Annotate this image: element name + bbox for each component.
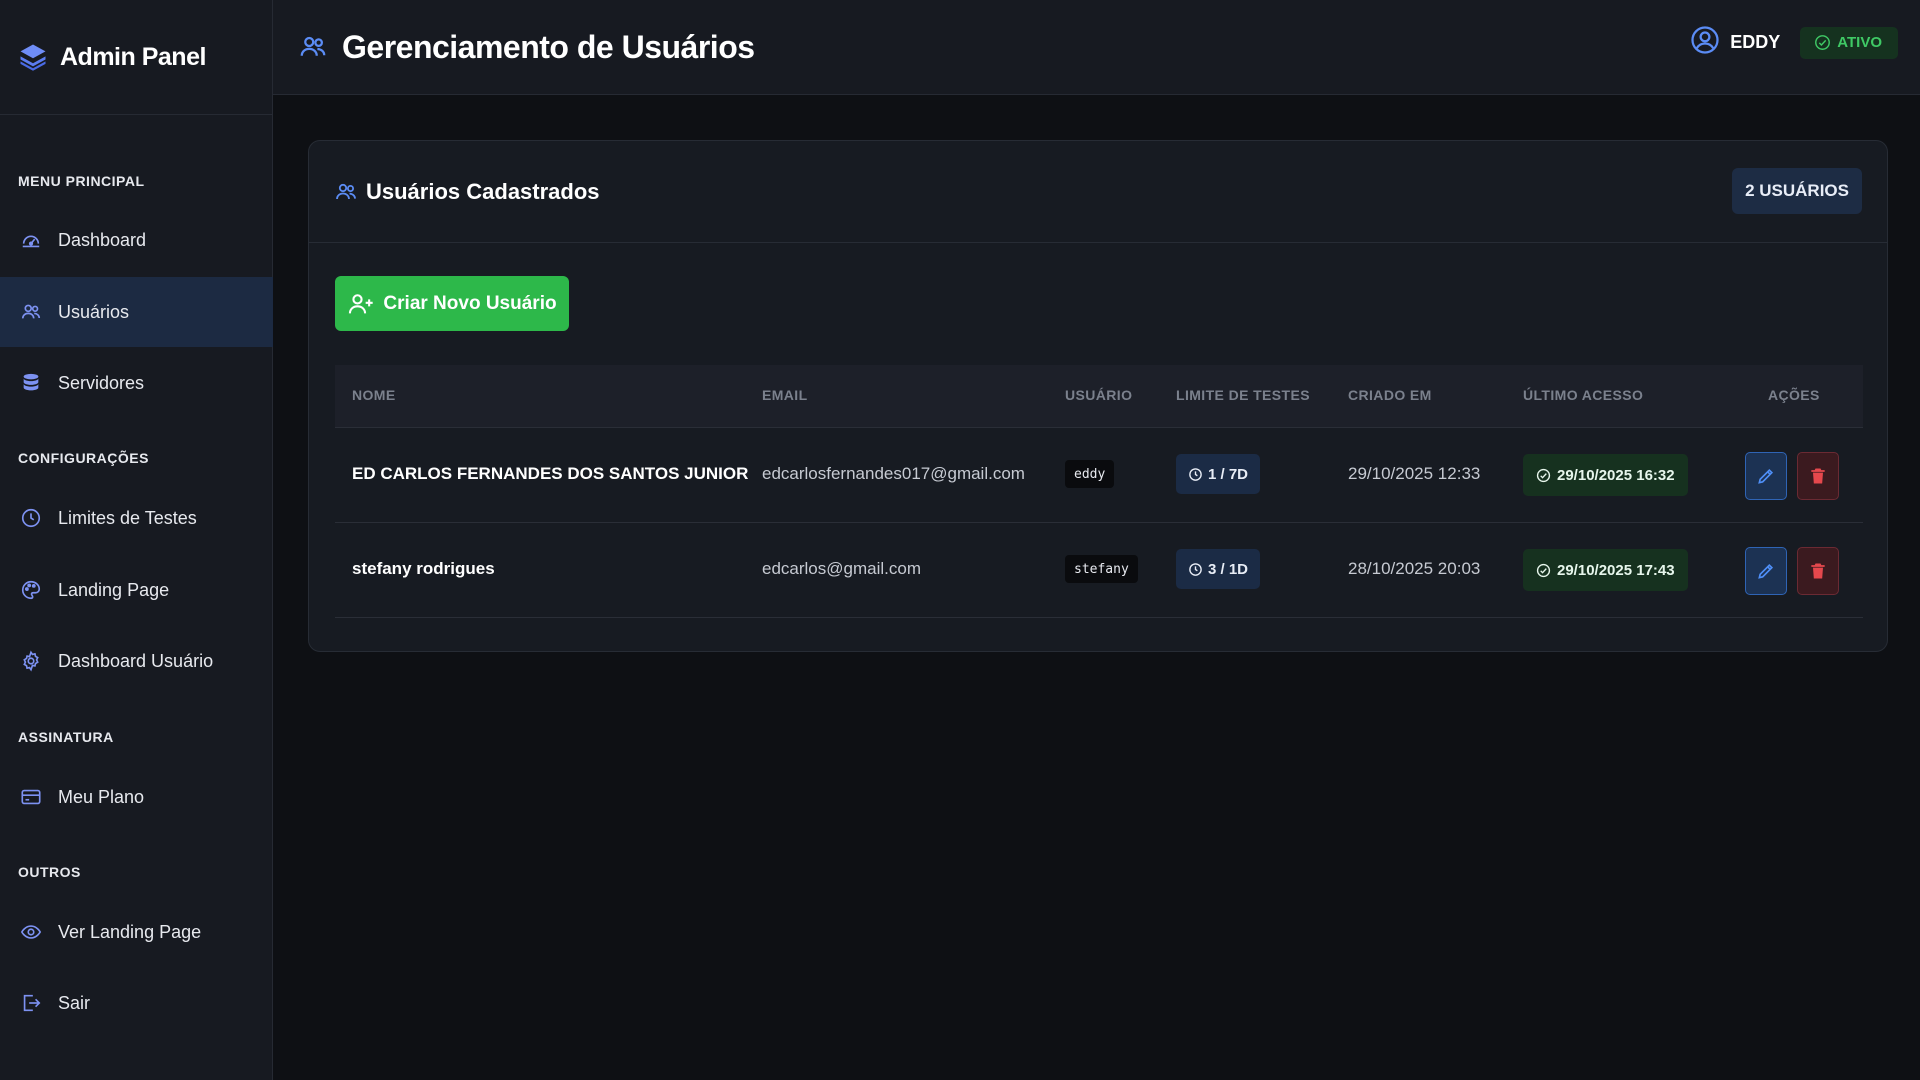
clock-icon (1189, 467, 1202, 481)
topbar: Gerenciamento de Usuários EDDY ATIVO (273, 0, 1920, 95)
brand: Admin Panel (0, 0, 272, 115)
sidebar-item-label: Dashboard Usuário (58, 650, 214, 671)
sidebar-item-label: Sair (58, 992, 91, 1013)
users-icon (300, 36, 326, 56)
create-user-button[interactable]: Criar Novo Usuário (335, 276, 569, 331)
sidebar-item-label: Limites de Testes (58, 507, 197, 528)
col-header-nome: NOME (352, 387, 396, 403)
dashboard-icon (20, 229, 42, 251)
page-title: Gerenciamento de Usuários (342, 28, 755, 65)
sidebar-item-ver-landing-page[interactable]: Ver Landing Page (0, 897, 273, 967)
row-limit-tag: 3 / 1D (1176, 549, 1261, 589)
check-circle-icon (1536, 468, 1551, 482)
logout-icon (20, 992, 42, 1014)
row-last-access-tag: 29/10/2025 16:32 (1523, 454, 1688, 496)
edit-user-button[interactable] (1745, 547, 1787, 595)
row-limit-text: 1 / 7D (1208, 465, 1249, 483)
palette-icon (20, 579, 42, 601)
sidebar-item-label: Dashboard (58, 229, 147, 250)
check-circle-icon (1815, 35, 1831, 50)
gear-icon (20, 650, 42, 672)
section-title-menu-principal: MENU PRINCIPAL (18, 173, 145, 189)
card-title: Usuários Cadastrados (366, 178, 600, 204)
card-header: Usuários Cadastrados 2 USUÁRIOS (309, 141, 1887, 243)
sidebar-item-landing-page[interactable]: Landing Page (0, 555, 273, 625)
sidebar-item-meu-plano[interactable]: Meu Plano (0, 762, 273, 832)
sidebar-item-label: Meu Plano (58, 786, 145, 807)
sidebar-item-label: Landing Page (58, 579, 170, 600)
row-last-access-text: 29/10/2025 17:43 (1557, 561, 1675, 579)
col-header-acoes: AÇÕES (1768, 387, 1820, 403)
row-limit-tag: 1 / 7D (1176, 454, 1261, 494)
database-icon (20, 372, 42, 394)
users-icon (336, 183, 356, 199)
table-row: ED CARLOS FERNANDES DOS SANTOS JUNIOR ed… (335, 428, 1863, 523)
clock-icon (20, 507, 42, 529)
sidebar-item-sair[interactable]: Sair (0, 968, 273, 1038)
row-created: 28/10/2025 20:03 (1348, 559, 1481, 578)
credit-card-icon (20, 786, 42, 808)
pencil-icon (1758, 468, 1774, 484)
clock-icon (1189, 562, 1202, 576)
table-header: NOME EMAIL USUÁRIO LIMITE DE TESTES CRIA… (335, 365, 1863, 428)
row-username-tag: eddy (1065, 460, 1115, 488)
table-row: stefany rodrigues edcarlos@gmail.com ste… (335, 523, 1863, 618)
check-circle-icon (1536, 563, 1551, 577)
eye-icon (20, 921, 42, 943)
user-count-badge: 2 USUÁRIOS (1732, 168, 1862, 214)
user-area: EDDY ATIVO (1690, 25, 1898, 60)
user-plus-icon (349, 293, 374, 313)
row-last-access-text: 29/10/2025 16:32 (1557, 466, 1675, 484)
status-badge: ATIVO (1800, 26, 1898, 59)
layers-logo-icon (20, 44, 46, 71)
sidebar-item-dashboard-usuario[interactable]: Dashboard Usuário (0, 626, 273, 696)
trash-icon (1811, 563, 1825, 579)
row-name: ED CARLOS FERNANDES DOS SANTOS JUNIOR (352, 464, 749, 483)
section-title-assinatura: ASSINATURA (18, 729, 114, 745)
row-created: 29/10/2025 12:33 (1348, 464, 1481, 483)
page-title-wrap: Gerenciamento de Usuários (298, 29, 755, 66)
delete-user-button[interactable] (1797, 452, 1839, 500)
col-header-limite: LIMITE DE TESTES (1176, 387, 1310, 403)
create-user-label: Criar Novo Usuário (383, 292, 557, 314)
sidebar-item-limites-de-testes[interactable]: Limites de Testes (0, 483, 273, 553)
sidebar-item-dashboard[interactable]: Dashboard (0, 205, 273, 275)
row-email: edcarlosfernandes017@gmail.com (762, 464, 1025, 483)
section-title-outros: OUTROS (18, 864, 81, 880)
pencil-icon (1758, 563, 1774, 579)
brand-title: Admin Panel (60, 42, 206, 71)
sidebar: Admin Panel MENU PRINCIPAL Dashboard Usu… (0, 0, 273, 1080)
status-text: ATIVO (1837, 34, 1882, 51)
users-icon (20, 301, 42, 323)
user-avatar-icon[interactable] (1690, 25, 1720, 60)
trash-icon (1811, 468, 1825, 484)
edit-user-button[interactable] (1745, 452, 1787, 500)
sidebar-item-label: Ver Landing Page (58, 921, 202, 942)
row-email: edcarlos@gmail.com (762, 559, 921, 578)
sidebar-item-usuarios[interactable]: Usuários (0, 277, 273, 347)
section-title-configuracoes: CONFIGURAÇÕES (18, 450, 149, 466)
users-card: Usuários Cadastrados 2 USUÁRIOS Criar No… (308, 140, 1888, 652)
users-table: NOME EMAIL USUÁRIO LIMITE DE TESTES CRIA… (335, 365, 1863, 618)
row-username-tag: stefany (1065, 555, 1138, 583)
col-header-email: EMAIL (762, 387, 808, 403)
sidebar-item-label: Servidores (58, 372, 145, 393)
col-header-criado: CRIADO EM (1348, 387, 1432, 403)
col-header-ultimo-acesso: ÚLTIMO ACESSO (1523, 387, 1644, 403)
row-name: stefany rodrigues (352, 559, 495, 578)
sidebar-item-servidores[interactable]: Servidores (0, 348, 273, 418)
col-header-usuario: USUÁRIO (1065, 387, 1133, 403)
row-limit-text: 3 / 1D (1208, 560, 1249, 578)
sidebar-item-label: Usuários (58, 301, 130, 322)
delete-user-button[interactable] (1797, 547, 1839, 595)
user-name[interactable]: EDDY (1730, 32, 1780, 53)
row-last-access-tag: 29/10/2025 17:43 (1523, 549, 1688, 591)
